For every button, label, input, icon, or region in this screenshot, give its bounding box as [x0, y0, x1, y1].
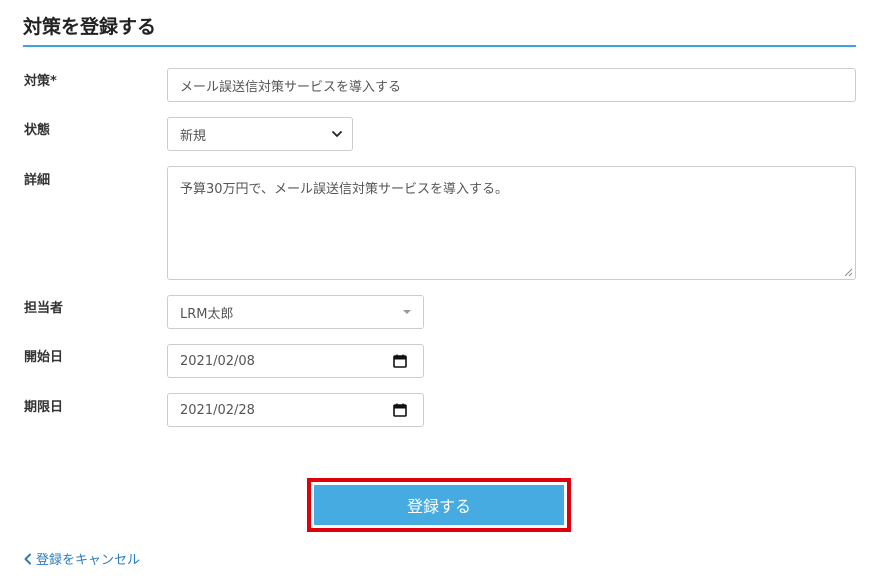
submit-button[interactable]: 登録する	[314, 485, 564, 525]
measure-input[interactable]: メール誤送信対策サービスを導入する	[167, 68, 856, 102]
due-date-label: 期限日	[24, 400, 64, 415]
cancel-link-label: 登録をキャンセル	[36, 553, 141, 568]
title-divider	[23, 45, 856, 47]
submit-button-highlight: 登録する	[307, 478, 571, 532]
due-date-input[interactable]: 2021/02/28	[167, 393, 424, 427]
cancel-link[interactable]: 登録をキャンセル	[23, 549, 140, 568]
start-date-input[interactable]: 2021/02/08	[167, 344, 424, 378]
measure-input-value: メール誤送信対策サービスを導入する	[180, 79, 402, 95]
detail-textarea-value: 予算30万円で、メール誤送信対策サービスを導入する。	[180, 182, 509, 197]
calendar-icon[interactable]	[393, 403, 407, 417]
chevron-down-icon	[332, 131, 342, 137]
detail-textarea[interactable]: 予算30万円で、メール誤送信対策サービスを導入する。	[167, 166, 856, 280]
assignee-select-value: LRM太郎	[180, 306, 234, 322]
calendar-icon[interactable]	[393, 354, 407, 368]
page-title: 対策を登録する	[23, 16, 157, 38]
register-measure-page: 対策を登録する 対策* メール誤送信対策サービスを導入する 状態 新規 詳細 予…	[0, 0, 882, 587]
status-label: 状態	[24, 123, 51, 138]
status-select-value: 新規	[180, 128, 207, 144]
detail-label: 詳細	[24, 173, 51, 188]
measure-label: 対策*	[24, 74, 57, 89]
caret-down-icon	[403, 310, 411, 314]
start-date-label: 開始日	[24, 350, 64, 365]
chevron-left-icon	[24, 553, 31, 564]
assignee-select[interactable]: LRM太郎	[167, 295, 424, 329]
resize-grip-icon[interactable]	[844, 268, 853, 277]
due-date-value: 2021/02/28	[180, 402, 255, 418]
start-date-value: 2021/02/08	[180, 353, 255, 369]
status-select[interactable]: 新規	[167, 117, 353, 151]
assignee-label: 担当者	[24, 301, 64, 316]
